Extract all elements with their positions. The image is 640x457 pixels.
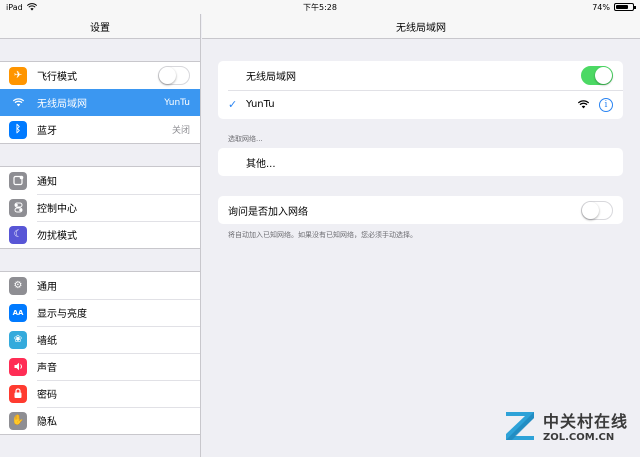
wifi-icon <box>9 93 27 112</box>
status-time: 下午5:28 <box>303 2 337 12</box>
sidebar-item-label: 通知 <box>37 177 57 188</box>
ask-to-join-card: 询问是否加入网络 <box>218 196 623 224</box>
checkmark-icon: ✓ <box>228 98 238 111</box>
sidebar-item-display-brightness[interactable]: AA 显示与亮度 <box>0 299 200 326</box>
battery-icon <box>614 3 636 11</box>
airplane-mode-toggle[interactable] <box>158 66 190 85</box>
notifications-icon <box>9 171 27 190</box>
ask-to-join-note: 将自动加入已知网络。如果没有已知网络，您必须手动选择。 <box>228 231 417 239</box>
sidebar-group-connectivity: ✈ 飞行模式 无线局域网 YunTu ᛒ 蓝牙 关闭 <box>0 61 200 144</box>
info-icon[interactable]: i <box>599 97 613 112</box>
sidebar-item-label: 控制中心 <box>37 204 77 215</box>
sidebar-item-control-center[interactable]: 控制中心 <box>0 194 200 221</box>
hand-icon: ✋ <box>9 411 27 430</box>
watermark-cn: 中关村在线 <box>542 412 628 431</box>
sidebar-item-label: 墙纸 <box>37 336 57 347</box>
ask-to-join-row: 询问是否加入网络 <box>218 196 623 224</box>
wallpaper-icon: ❀ <box>9 330 27 349</box>
network-name: YunTu <box>246 99 275 110</box>
moon-icon: ☾ <box>9 225 27 244</box>
sidebar-item-label: 无线局域网 <box>37 99 87 110</box>
zol-logo-icon <box>503 409 537 443</box>
sidebar-item-value: YunTu <box>164 97 190 108</box>
sidebar-item-label: 蓝牙 <box>37 126 57 137</box>
sidebar-item-value: 关闭 <box>171 126 190 136</box>
control-center-icon <box>9 198 27 217</box>
sidebar-item-label: 隐私 <box>37 417 57 428</box>
page-title: 无线局域网 <box>202 14 640 39</box>
other-network-row[interactable]: 其他... <box>218 148 623 176</box>
airplane-icon: ✈ <box>9 66 27 85</box>
sidebar-item-label: 密码 <box>37 390 57 401</box>
settings-sidebar: 设置 ✈ 飞行模式 无线局域网 YunTu ᛒ 蓝牙 关闭 通知 控制中心 ☾ … <box>0 14 201 457</box>
status-bar: iPad 下午5:28 74% <box>0 0 640 14</box>
sidebar-item-label: 显示与亮度 <box>37 309 87 320</box>
bluetooth-icon: ᛒ <box>9 120 27 139</box>
wifi-card: 无线局域网 ✓ YunTu i <box>218 61 623 119</box>
sidebar-item-label: 通用 <box>37 282 57 293</box>
sidebar-item-privacy[interactable]: ✋ 隐私 <box>0 407 200 434</box>
sidebar-item-label: 声音 <box>37 363 57 374</box>
connected-network-row[interactable]: ✓ YunTu i <box>218 90 623 119</box>
wifi-detail-pane: 无线局域网 无线局域网 ✓ YunTu i 选取网络... 其他... 询问是否… <box>202 14 640 457</box>
display-icon: AA <box>9 303 27 322</box>
other-network-card: 其他... <box>218 148 623 176</box>
gear-icon: ⚙ <box>9 276 27 295</box>
other-network-label: 其他... <box>246 158 276 170</box>
sidebar-item-sounds[interactable]: 声音 <box>0 353 200 380</box>
sidebar-item-general[interactable]: ⚙ 通用 <box>0 272 200 299</box>
sidebar-item-notifications[interactable]: 通知 <box>0 167 200 194</box>
sidebar-item-airplane-mode[interactable]: ✈ 飞行模式 <box>0 62 200 89</box>
sidebar-item-bluetooth[interactable]: ᛒ 蓝牙 关闭 <box>0 116 200 143</box>
sidebar-item-wallpaper[interactable]: ❀ 墙纸 <box>0 326 200 353</box>
sound-icon <box>9 357 27 376</box>
sidebar-title: 设置 <box>0 14 200 39</box>
wifi-toggle-row: 无线局域网 <box>218 61 623 90</box>
wifi-signal-icon <box>578 100 589 109</box>
watermark-en: ZOL.COM.CN <box>542 432 615 443</box>
battery-percent: 74% <box>592 2 610 12</box>
sidebar-group-general: ⚙ 通用 AA 显示与亮度 ❀ 墙纸 声音 密码 ✋ 隐私 <box>0 271 200 435</box>
sidebar-group-notifications: 通知 控制中心 ☾ 勿扰模式 <box>0 166 200 249</box>
sidebar-item-do-not-disturb[interactable]: ☾ 勿扰模式 <box>0 221 200 248</box>
sidebar-item-label: 飞行模式 <box>37 72 77 83</box>
choose-network-label: 选取网络... <box>228 135 263 143</box>
device-name: iPad <box>6 2 23 12</box>
ask-to-join-toggle[interactable] <box>581 200 613 220</box>
ask-to-join-label: 询问是否加入网络 <box>228 206 308 218</box>
lock-icon <box>9 384 27 403</box>
wifi-signal-icon <box>26 3 37 11</box>
sidebar-item-wifi[interactable]: 无线局域网 YunTu <box>0 89 200 116</box>
zol-watermark: 中关村在线 ZOL.COM.CN <box>503 408 628 443</box>
sidebar-item-label: 勿扰模式 <box>37 231 77 242</box>
wifi-toggle[interactable] <box>581 66 613 85</box>
wifi-label: 无线局域网 <box>246 72 296 83</box>
sidebar-item-passcode[interactable]: 密码 <box>0 380 200 407</box>
